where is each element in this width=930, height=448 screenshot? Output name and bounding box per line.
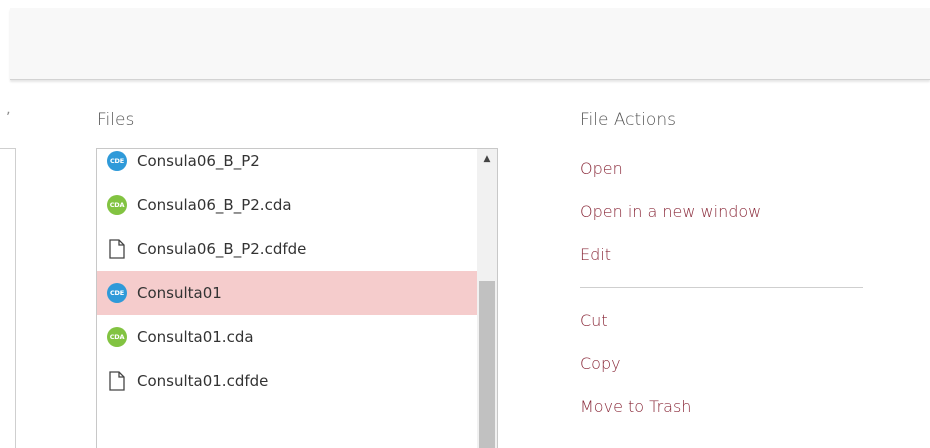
top-toolbar — [10, 8, 930, 80]
file-row[interactable]: CDA Consula06_B_P2.cda — [97, 183, 477, 227]
cda-icon-badge: CDA — [107, 195, 127, 215]
left-panel-heading-fragment: ʼ — [6, 110, 11, 126]
cde-icon-badge: CDE — [107, 283, 127, 303]
scroll-up-arrow-icon[interactable]: ▲ — [477, 149, 497, 169]
file-list-scrollbar[interactable]: ▲ — [477, 149, 497, 448]
actions-divider — [580, 287, 863, 288]
file-name: Consulta01.cdfde — [137, 372, 269, 390]
copy-action[interactable]: Copy — [580, 342, 870, 385]
cda-icon: CDA — [106, 194, 128, 216]
file-name: Consula06_B_P2.cda — [137, 196, 292, 214]
file-name: Consula06_B_P2.cdfde — [137, 240, 307, 258]
file-icon — [106, 238, 128, 260]
file-list[interactable]: CDE Consula06_B_P2 CDA Consula06_B_P2.cda Co… — [96, 148, 498, 448]
file-name: Consulta01 — [137, 284, 222, 302]
cda-icon-badge: CDA — [107, 327, 127, 347]
file-name: Consula06_B_P2 — [137, 152, 260, 170]
move-to-trash-action[interactable]: Move to Trash — [580, 385, 870, 428]
file-row[interactable]: CDE Consula06_B_P2 — [97, 149, 477, 183]
open-in-new-window-action[interactable]: Open in a new window — [580, 190, 870, 233]
cde-icon-badge: CDE — [107, 151, 127, 171]
open-action[interactable]: Open — [580, 147, 870, 190]
edit-action[interactable]: Edit — [580, 233, 870, 276]
cut-action[interactable]: Cut — [580, 299, 870, 342]
file-icon — [106, 370, 128, 392]
file-name: Consulta01.cda — [137, 328, 254, 346]
file-row[interactable]: Consulta01.cdfde — [97, 359, 477, 403]
cde-icon: CDE — [106, 150, 128, 172]
file-row[interactable]: CDA Consulta01.cda — [97, 315, 477, 359]
file-actions-heading: File Actions — [580, 110, 676, 130]
file-actions-panel: Open Open in a new window Edit Cut Copy … — [580, 147, 870, 428]
cda-icon: CDA — [106, 326, 128, 348]
left-panel-fragment — [0, 148, 16, 448]
files-heading: Files — [97, 110, 135, 130]
file-row[interactable]: Consula06_B_P2.cdfde — [97, 227, 477, 271]
file-row[interactable]: CDE Consulta01 — [97, 271, 477, 315]
cde-icon: CDE — [106, 282, 128, 304]
file-list-rows: CDE Consula06_B_P2 CDA Consula06_B_P2.cda Co… — [97, 149, 477, 403]
scrollbar-thumb[interactable] — [479, 281, 495, 448]
